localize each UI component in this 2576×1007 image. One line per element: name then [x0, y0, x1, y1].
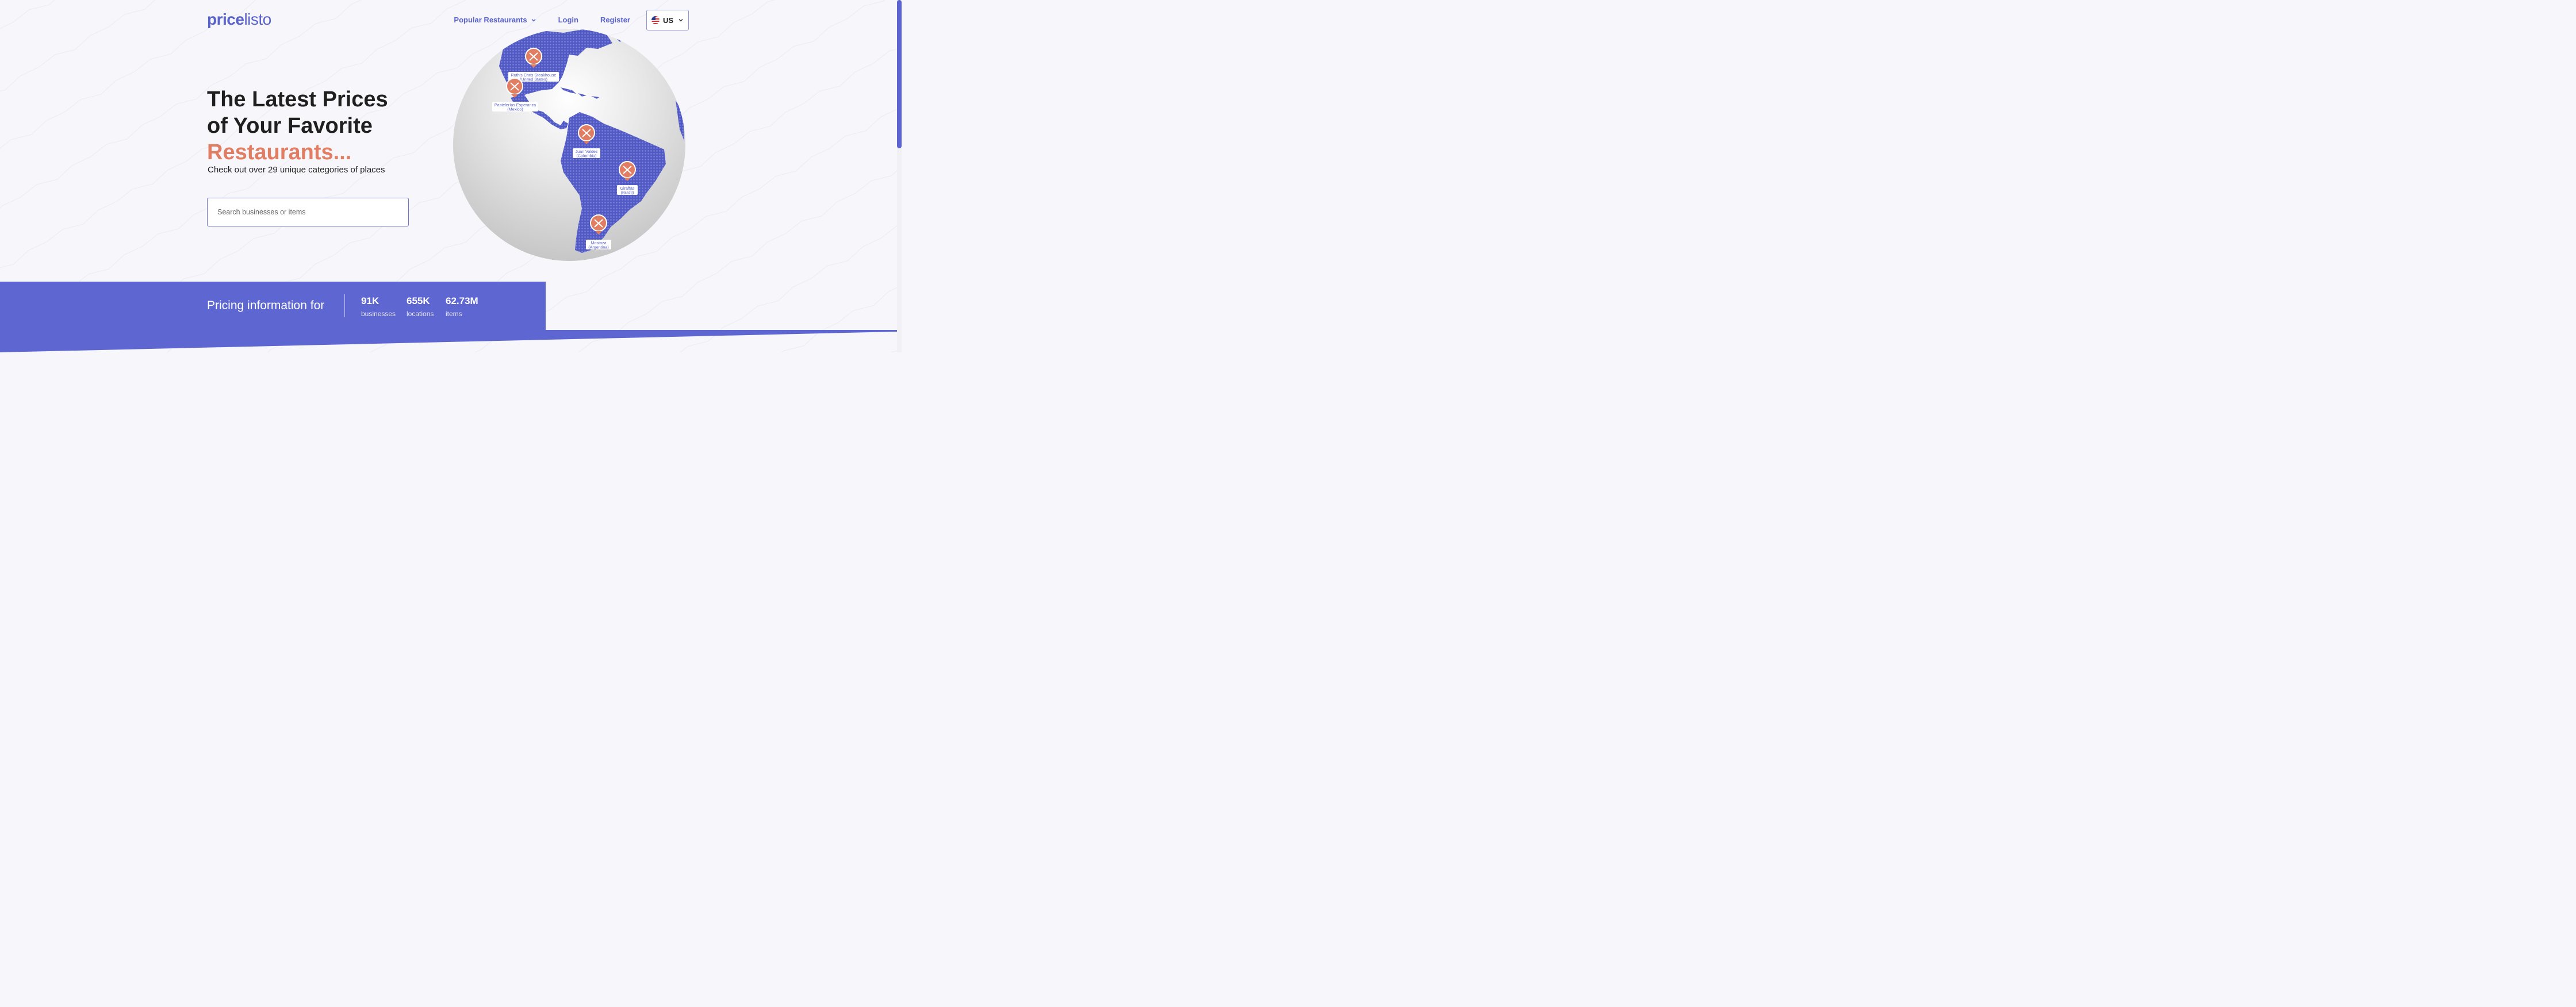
stat-value: 62.73M — [446, 295, 478, 306]
stat-value: 655K — [407, 295, 430, 306]
stat-locations: 655K locations — [407, 295, 434, 318]
hero-title-highlight: Restaurants... — [207, 140, 352, 164]
stat-value: 91K — [361, 295, 379, 306]
chevron-down-icon — [531, 18, 536, 22]
pin-label-country: (Colombia) — [576, 153, 596, 159]
hero-title-line-2: of Your Favorite — [207, 114, 373, 138]
country-code: US — [662, 16, 674, 25]
logo[interactable]: pricelisto — [207, 10, 271, 29]
top-nav: Popular Restaurants Login Register US — [454, 9, 689, 31]
popular-restaurants-label: Popular Restaurants — [454, 16, 527, 24]
hero-title-line-1: The Latest Prices — [207, 87, 388, 112]
popular-restaurants-dropdown[interactable]: Popular Restaurants — [454, 9, 536, 31]
scrollbar-thumb[interactable] — [897, 0, 902, 148]
chevron-down-icon — [678, 18, 683, 22]
stat-items: 62.73M items — [446, 295, 478, 318]
stat-label: businesses — [361, 310, 396, 318]
search-input[interactable] — [207, 198, 409, 226]
stats-divider — [344, 294, 345, 317]
stat-label: items — [446, 310, 462, 318]
pin-label-country: (United States) — [520, 77, 547, 82]
logo-bold: price — [207, 10, 244, 28]
hero-title: The Latest Prices of Your Favorite Resta… — [207, 86, 388, 166]
pin-label-country: (Brazil) — [621, 190, 634, 195]
register-link[interactable]: Register — [600, 9, 630, 31]
pin-label-country: (Argentina) — [588, 245, 609, 250]
us-flag-icon — [651, 16, 660, 24]
logo-light: listo — [244, 10, 271, 28]
pin-label-country: (Mexico) — [507, 107, 523, 112]
globe-map: Ruth's Chris Steakhouse (United States) … — [453, 29, 685, 261]
stats-title: Pricing information for — [207, 299, 325, 312]
country-selector[interactable]: US — [646, 10, 689, 30]
login-link[interactable]: Login — [558, 9, 578, 31]
hero-subtitle: Check out over 29 unique categories of p… — [208, 165, 385, 175]
stat-businesses: 91K businesses — [361, 295, 396, 318]
stat-label: locations — [407, 310, 434, 318]
